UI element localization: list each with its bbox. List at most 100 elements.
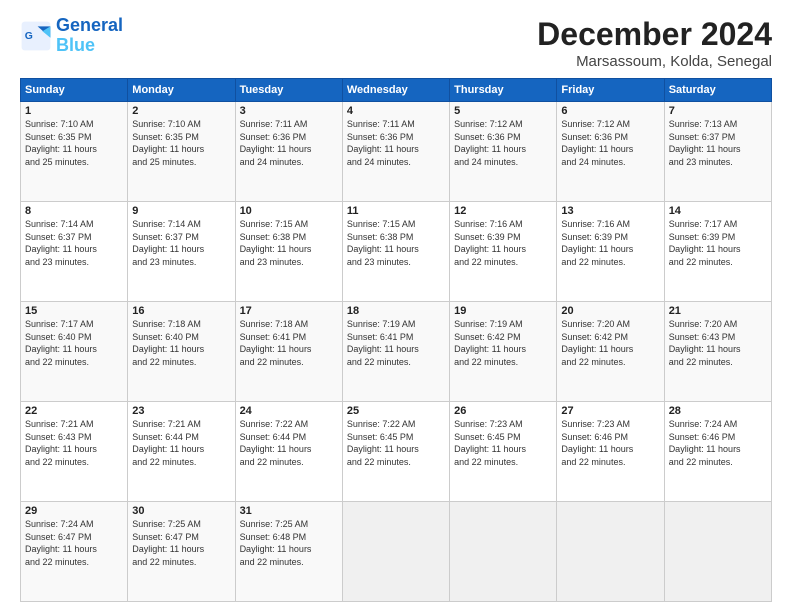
day-info: Sunrise: 7:15 AM Sunset: 6:38 PM Dayligh… bbox=[240, 218, 338, 268]
day-info: Sunrise: 7:14 AM Sunset: 6:37 PM Dayligh… bbox=[132, 218, 230, 268]
calendar-body: 1Sunrise: 7:10 AM Sunset: 6:35 PM Daylig… bbox=[21, 102, 772, 602]
day-number: 14 bbox=[669, 205, 767, 217]
day-info: Sunrise: 7:23 AM Sunset: 6:46 PM Dayligh… bbox=[561, 418, 659, 468]
logo-icon: G bbox=[20, 20, 52, 52]
day-number: 7 bbox=[669, 105, 767, 117]
day-info: Sunrise: 7:18 AM Sunset: 6:40 PM Dayligh… bbox=[132, 318, 230, 368]
day-number: 16 bbox=[132, 305, 230, 317]
day-info: Sunrise: 7:19 AM Sunset: 6:41 PM Dayligh… bbox=[347, 318, 445, 368]
calendar-cell: 12Sunrise: 7:16 AM Sunset: 6:39 PM Dayli… bbox=[450, 202, 557, 302]
day-info: Sunrise: 7:17 AM Sunset: 6:39 PM Dayligh… bbox=[669, 218, 767, 268]
day-number: 25 bbox=[347, 405, 445, 417]
calendar-cell: 28Sunrise: 7:24 AM Sunset: 6:46 PM Dayli… bbox=[664, 402, 771, 502]
calendar-cell: 14Sunrise: 7:17 AM Sunset: 6:39 PM Dayli… bbox=[664, 202, 771, 302]
calendar-week-5: 29Sunrise: 7:24 AM Sunset: 6:47 PM Dayli… bbox=[21, 502, 772, 602]
calendar-cell: 31Sunrise: 7:25 AM Sunset: 6:48 PM Dayli… bbox=[235, 502, 342, 602]
day-info: Sunrise: 7:16 AM Sunset: 6:39 PM Dayligh… bbox=[561, 218, 659, 268]
day-info: Sunrise: 7:24 AM Sunset: 6:46 PM Dayligh… bbox=[669, 418, 767, 468]
day-number: 30 bbox=[132, 505, 230, 517]
day-info: Sunrise: 7:11 AM Sunset: 6:36 PM Dayligh… bbox=[240, 118, 338, 168]
calendar-week-1: 1Sunrise: 7:10 AM Sunset: 6:35 PM Daylig… bbox=[21, 102, 772, 202]
calendar-cell: 10Sunrise: 7:15 AM Sunset: 6:38 PM Dayli… bbox=[235, 202, 342, 302]
day-number: 17 bbox=[240, 305, 338, 317]
day-info: Sunrise: 7:10 AM Sunset: 6:35 PM Dayligh… bbox=[25, 118, 123, 168]
calendar-cell: 19Sunrise: 7:19 AM Sunset: 6:42 PM Dayli… bbox=[450, 302, 557, 402]
header-cell-friday: Friday bbox=[557, 79, 664, 102]
calendar-cell: 6Sunrise: 7:12 AM Sunset: 6:36 PM Daylig… bbox=[557, 102, 664, 202]
day-number: 3 bbox=[240, 105, 338, 117]
day-number: 12 bbox=[454, 205, 552, 217]
calendar-week-4: 22Sunrise: 7:21 AM Sunset: 6:43 PM Dayli… bbox=[21, 402, 772, 502]
day-info: Sunrise: 7:15 AM Sunset: 6:38 PM Dayligh… bbox=[347, 218, 445, 268]
day-info: Sunrise: 7:20 AM Sunset: 6:43 PM Dayligh… bbox=[669, 318, 767, 368]
calendar-cell: 3Sunrise: 7:11 AM Sunset: 6:36 PM Daylig… bbox=[235, 102, 342, 202]
day-info: Sunrise: 7:14 AM Sunset: 6:37 PM Dayligh… bbox=[25, 218, 123, 268]
day-number: 13 bbox=[561, 205, 659, 217]
calendar-cell: 2Sunrise: 7:10 AM Sunset: 6:35 PM Daylig… bbox=[128, 102, 235, 202]
calendar-cell: 21Sunrise: 7:20 AM Sunset: 6:43 PM Dayli… bbox=[664, 302, 771, 402]
day-number: 19 bbox=[454, 305, 552, 317]
day-info: Sunrise: 7:24 AM Sunset: 6:47 PM Dayligh… bbox=[25, 518, 123, 568]
day-info: Sunrise: 7:21 AM Sunset: 6:44 PM Dayligh… bbox=[132, 418, 230, 468]
calendar-cell: 16Sunrise: 7:18 AM Sunset: 6:40 PM Dayli… bbox=[128, 302, 235, 402]
header-cell-wednesday: Wednesday bbox=[342, 79, 449, 102]
day-number: 31 bbox=[240, 505, 338, 517]
header-cell-monday: Monday bbox=[128, 79, 235, 102]
day-number: 27 bbox=[561, 405, 659, 417]
day-info: Sunrise: 7:23 AM Sunset: 6:45 PM Dayligh… bbox=[454, 418, 552, 468]
header: G General Blue December 2024 Marsassoum,… bbox=[20, 16, 772, 70]
calendar-cell bbox=[342, 502, 449, 602]
day-info: Sunrise: 7:12 AM Sunset: 6:36 PM Dayligh… bbox=[454, 118, 552, 168]
day-number: 4 bbox=[347, 105, 445, 117]
calendar-week-3: 15Sunrise: 7:17 AM Sunset: 6:40 PM Dayli… bbox=[21, 302, 772, 402]
header-cell-saturday: Saturday bbox=[664, 79, 771, 102]
header-cell-tuesday: Tuesday bbox=[235, 79, 342, 102]
svg-text:G: G bbox=[25, 31, 33, 42]
day-info: Sunrise: 7:10 AM Sunset: 6:35 PM Dayligh… bbox=[132, 118, 230, 168]
day-number: 10 bbox=[240, 205, 338, 217]
calendar-header: SundayMondayTuesdayWednesdayThursdayFrid… bbox=[21, 79, 772, 102]
day-number: 23 bbox=[132, 405, 230, 417]
calendar-cell: 26Sunrise: 7:23 AM Sunset: 6:45 PM Dayli… bbox=[450, 402, 557, 502]
logo: G General Blue bbox=[20, 16, 123, 56]
page: G General Blue December 2024 Marsassoum,… bbox=[0, 0, 792, 612]
calendar-table: SundayMondayTuesdayWednesdayThursdayFrid… bbox=[20, 78, 772, 602]
calendar-cell bbox=[450, 502, 557, 602]
calendar-cell: 11Sunrise: 7:15 AM Sunset: 6:38 PM Dayli… bbox=[342, 202, 449, 302]
calendar-cell: 18Sunrise: 7:19 AM Sunset: 6:41 PM Dayli… bbox=[342, 302, 449, 402]
calendar-cell bbox=[557, 502, 664, 602]
day-info: Sunrise: 7:19 AM Sunset: 6:42 PM Dayligh… bbox=[454, 318, 552, 368]
calendar-cell: 8Sunrise: 7:14 AM Sunset: 6:37 PM Daylig… bbox=[21, 202, 128, 302]
day-info: Sunrise: 7:11 AM Sunset: 6:36 PM Dayligh… bbox=[347, 118, 445, 168]
calendar-cell: 15Sunrise: 7:17 AM Sunset: 6:40 PM Dayli… bbox=[21, 302, 128, 402]
day-info: Sunrise: 7:25 AM Sunset: 6:48 PM Dayligh… bbox=[240, 518, 338, 568]
day-number: 2 bbox=[132, 105, 230, 117]
calendar-cell bbox=[664, 502, 771, 602]
header-row: SundayMondayTuesdayWednesdayThursdayFrid… bbox=[21, 79, 772, 102]
calendar-cell: 5Sunrise: 7:12 AM Sunset: 6:36 PM Daylig… bbox=[450, 102, 557, 202]
calendar-cell: 27Sunrise: 7:23 AM Sunset: 6:46 PM Dayli… bbox=[557, 402, 664, 502]
day-number: 5 bbox=[454, 105, 552, 117]
day-info: Sunrise: 7:21 AM Sunset: 6:43 PM Dayligh… bbox=[25, 418, 123, 468]
header-cell-sunday: Sunday bbox=[21, 79, 128, 102]
day-info: Sunrise: 7:25 AM Sunset: 6:47 PM Dayligh… bbox=[132, 518, 230, 568]
day-number: 9 bbox=[132, 205, 230, 217]
calendar-cell: 1Sunrise: 7:10 AM Sunset: 6:35 PM Daylig… bbox=[21, 102, 128, 202]
subtitle: Marsassoum, Kolda, Senegal bbox=[537, 53, 772, 70]
calendar-cell: 30Sunrise: 7:25 AM Sunset: 6:47 PM Dayli… bbox=[128, 502, 235, 602]
day-number: 21 bbox=[669, 305, 767, 317]
calendar-cell: 17Sunrise: 7:18 AM Sunset: 6:41 PM Dayli… bbox=[235, 302, 342, 402]
calendar-week-2: 8Sunrise: 7:14 AM Sunset: 6:37 PM Daylig… bbox=[21, 202, 772, 302]
calendar-cell: 7Sunrise: 7:13 AM Sunset: 6:37 PM Daylig… bbox=[664, 102, 771, 202]
day-info: Sunrise: 7:16 AM Sunset: 6:39 PM Dayligh… bbox=[454, 218, 552, 268]
day-info: Sunrise: 7:22 AM Sunset: 6:44 PM Dayligh… bbox=[240, 418, 338, 468]
day-number: 26 bbox=[454, 405, 552, 417]
title-block: December 2024 Marsassoum, Kolda, Senegal bbox=[537, 16, 772, 70]
day-number: 1 bbox=[25, 105, 123, 117]
day-info: Sunrise: 7:17 AM Sunset: 6:40 PM Dayligh… bbox=[25, 318, 123, 368]
calendar-cell: 23Sunrise: 7:21 AM Sunset: 6:44 PM Dayli… bbox=[128, 402, 235, 502]
day-info: Sunrise: 7:13 AM Sunset: 6:37 PM Dayligh… bbox=[669, 118, 767, 168]
day-number: 18 bbox=[347, 305, 445, 317]
main-title: December 2024 bbox=[537, 16, 772, 53]
day-number: 8 bbox=[25, 205, 123, 217]
